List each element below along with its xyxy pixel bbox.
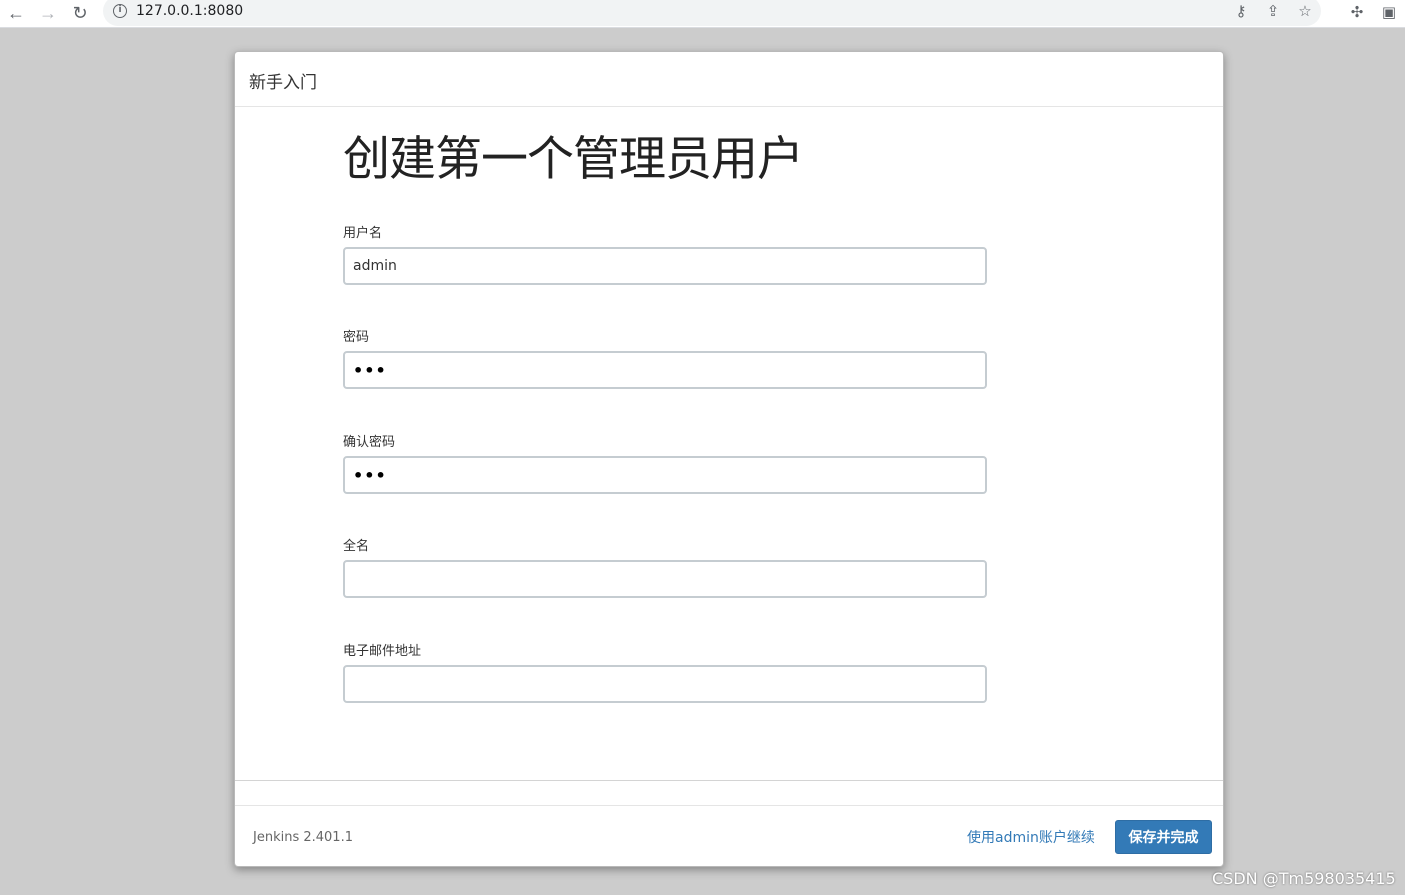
dialog-body: 创建第一个管理员用户 用户名 admin 密码 ••• 确认密码 ••• 全名 <box>343 132 987 703</box>
full-name-group: 全名 <box>343 535 987 598</box>
username-group: 用户名 admin <box>343 222 987 285</box>
full-name-input[interactable] <box>343 560 987 598</box>
full-name-label: 全名 <box>343 539 370 554</box>
page-title: 创建第一个管理员用户 <box>343 132 804 187</box>
confirm-password-group: 确认密码 ••• <box>343 431 987 494</box>
confirm-password-input[interactable]: ••• <box>343 456 987 494</box>
site-info-icon[interactable]: i <box>113 4 127 18</box>
share-icon[interactable]: ⇪ <box>1257 2 1289 20</box>
continue-as-admin-link[interactable]: 使用admin账户继续 <box>967 827 1095 847</box>
dialog-footer: Jenkins 2.401.1 使用admin账户继续 保存并完成 <box>235 805 1223 867</box>
password-group: 密码 ••• <box>343 326 987 389</box>
watermark: CSDN @Tm598035415 <box>1212 869 1396 888</box>
address-bar[interactable]: i 127.0.0.1:8080 ⚷ ⇪ ☆ <box>103 0 1321 26</box>
username-input[interactable]: admin <box>343 247 987 285</box>
password-value: ••• <box>353 360 387 380</box>
email-input[interactable] <box>343 665 987 703</box>
back-icon[interactable]: ← <box>0 2 32 26</box>
password-label: 密码 <box>343 330 370 345</box>
confirm-password-label: 确认密码 <box>343 435 396 450</box>
password-key-icon[interactable]: ⚷ <box>1225 2 1257 20</box>
save-and-finish-button[interactable]: 保存并完成 <box>1115 820 1212 854</box>
email-group: 电子邮件地址 <box>343 640 987 703</box>
dialog-header: 新手入门 <box>235 52 1223 107</box>
reload-icon[interactable]: ↻ <box>64 2 96 26</box>
bookmark-star-icon[interactable]: ☆ <box>1289 2 1321 20</box>
forward-icon[interactable]: → <box>32 2 64 26</box>
password-input[interactable]: ••• <box>343 351 987 389</box>
dialog-title: 新手入门 <box>249 73 317 93</box>
side-panel-icon[interactable]: ▣ <box>1373 3 1405 21</box>
setup-wizard-dialog: 新手入门 创建第一个管理员用户 用户名 admin 密码 ••• 确认密码 ••… <box>234 51 1224 867</box>
email-label: 电子邮件地址 <box>343 644 422 659</box>
username-label: 用户名 <box>343 226 383 241</box>
extensions-icon[interactable]: ✣ <box>1341 3 1373 21</box>
username-value: admin <box>353 258 397 274</box>
confirm-password-value: ••• <box>353 465 387 485</box>
url-text[interactable]: 127.0.0.1:8080 <box>136 3 243 19</box>
divider <box>235 780 1223 781</box>
browser-toolbar: ← → ↻ i 127.0.0.1:8080 ⚷ ⇪ ☆ ✣ ▣ <box>0 0 1405 28</box>
jenkins-version: Jenkins 2.401.1 <box>253 830 353 845</box>
